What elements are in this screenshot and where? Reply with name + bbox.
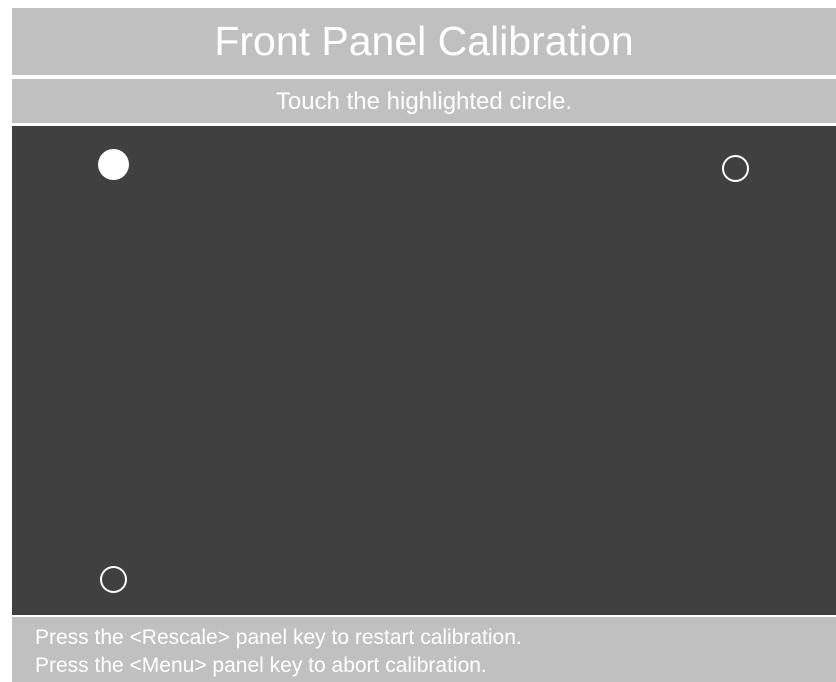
instruction-text: Touch the highlighted circle. [12,79,836,123]
calibration-target-top-left-highlighted[interactable] [98,149,129,180]
footer-instructions: Press the <Rescale> panel key to restart… [12,617,836,682]
calibration-target-bottom-left[interactable] [100,566,127,593]
page-title: Front Panel Calibration [12,8,836,75]
footer-menu-instruction: Press the <Menu> panel key to abort cali… [35,654,487,677]
calibration-screen: Front Panel Calibration Touch the highli… [12,8,836,682]
calibration-target-top-right[interactable] [722,155,749,182]
footer-rescale-instruction: Press the <Rescale> panel key to restart… [35,626,522,649]
touch-calibration-area[interactable] [12,126,836,615]
